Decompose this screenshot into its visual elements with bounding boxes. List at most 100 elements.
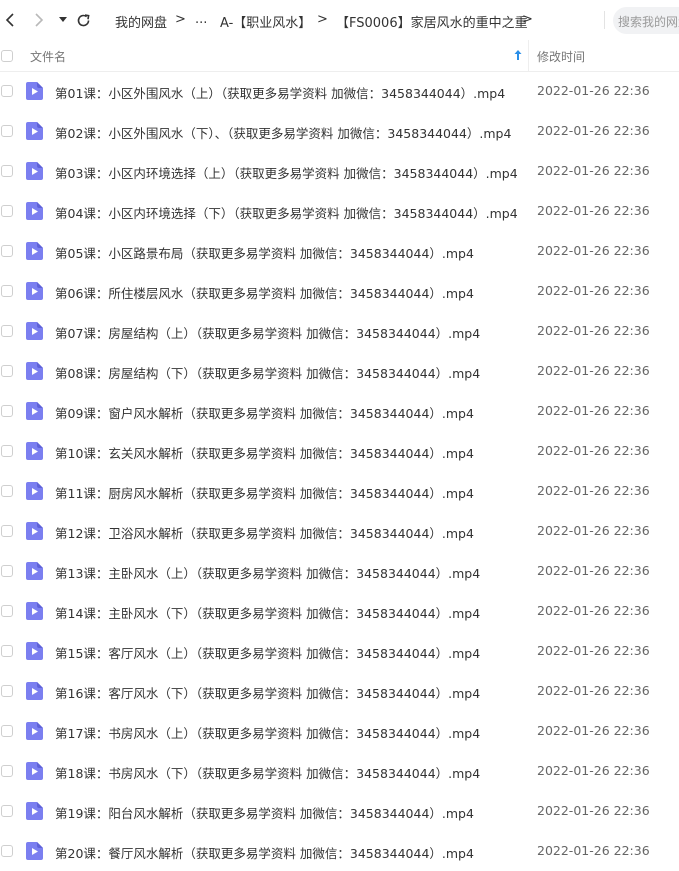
search-placeholder: 搜索我的网盘文件 [618,15,679,29]
table-row[interactable]: 第16课：客厅风水（下）（获取更多易学资料 加微信：3458344044）.mp… [0,671,679,711]
file-name[interactable]: 第08课：房屋结构（下）（获取更多易学资料 加微信：3458344044）.mp… [55,363,480,382]
table-row[interactable]: 第14课：主卧风水（下）（获取更多易学资料 加微信：3458344044）.mp… [0,591,679,631]
row-checkbox[interactable] [1,645,13,657]
file-modified-time: 2022-01-26 22:36 [537,643,650,658]
row-checkbox[interactable] [1,365,13,377]
breadcrumb-item-ellipsis[interactable]: ... [195,12,207,27]
breadcrumb-item-folder[interactable]: A-【职业风水】 [220,12,311,31]
file-modified-time: 2022-01-26 22:36 [537,283,650,298]
file-name[interactable]: 第13课：主卧风水（上）（获取更多易学资料 加微信：3458344044）.mp… [55,563,480,582]
video-file-icon [26,282,43,300]
table-row[interactable]: 第19课：阳台风水解析（获取更多易学资料 加微信：3458344044）.mp4… [0,791,679,831]
table-row[interactable]: 第04课：小区内环境选择（下）（获取更多易学资料 加微信：3458344044）… [0,191,679,231]
file-modified-time: 2022-01-26 22:36 [537,483,650,498]
file-name[interactable]: 第07课：房屋结构（上）（获取更多易学资料 加微信：3458344044）.mp… [55,323,480,342]
row-checkbox[interactable] [1,445,13,457]
file-name[interactable]: 第11课：厨房风水解析（获取更多易学资料 加微信：3458344044）.mp4 [55,483,474,502]
file-name[interactable]: 第17课：书房风水（上）（获取更多易学资料 加微信：3458344044）.mp… [55,723,480,742]
table-row[interactable]: 第05课：小区路景布局（获取更多易学资料 加微信：3458344044）.mp4… [0,231,679,271]
row-checkbox[interactable] [1,405,13,417]
row-checkbox[interactable] [1,85,13,97]
table-row[interactable]: 第15课：客厅风水（上）（获取更多易学资料 加微信：3458344044）.mp… [0,631,679,671]
video-file-icon [26,122,43,140]
file-modified-time: 2022-01-26 22:36 [537,403,650,418]
table-row[interactable]: 第08课：房屋结构（下）（获取更多易学资料 加微信：3458344044）.mp… [0,351,679,391]
row-checkbox[interactable] [1,685,13,697]
file-name[interactable]: 第14课：主卧风水（下）（获取更多易学资料 加微信：3458344044）.mp… [55,603,480,622]
column-divider[interactable] [528,40,529,71]
breadcrumb-separator: > [317,12,328,27]
row-checkbox[interactable] [1,725,13,737]
row-checkbox[interactable] [1,125,13,137]
row-checkbox[interactable] [1,285,13,297]
video-file-icon [26,162,43,180]
file-name[interactable]: 第02课：小区外围风水（下）、（获取更多易学资料 加微信：3458344044）… [55,123,511,142]
refresh-button[interactable] [73,10,93,30]
row-checkbox[interactable] [1,565,13,577]
row-checkbox[interactable] [1,325,13,337]
column-header-name[interactable]: 文件名 [30,48,66,65]
table-row[interactable]: 第10课：玄关风水解析（获取更多易学资料 加微信：3458344044）.mp4… [0,431,679,471]
row-checkbox[interactable] [1,845,13,857]
table-row[interactable]: 第02课：小区外围风水（下）、（获取更多易学资料 加微信：3458344044）… [0,111,679,151]
table-row[interactable]: 第11课：厨房风水解析（获取更多易学资料 加微信：3458344044）.mp4… [0,471,679,511]
file-name[interactable]: 第15课：客厅风水（上）（获取更多易学资料 加微信：3458344044）.mp… [55,643,480,662]
toolbar-divider [604,11,605,29]
file-name[interactable]: 第10课：玄关风水解析（获取更多易学资料 加微信：3458344044）.mp4 [55,443,474,462]
video-file-icon [26,722,43,740]
row-checkbox[interactable] [1,205,13,217]
select-all-checkbox[interactable] [1,50,13,62]
file-name[interactable]: 第09课：窗户风水解析（获取更多易学资料 加微信：3458344044）.mp4 [55,403,474,422]
table-row[interactable]: 第20课：餐厅风水解析（获取更多易学资料 加微信：3458344044）.mp4… [0,831,679,871]
table-row[interactable]: 第17课：书房风水（上）（获取更多易学资料 加微信：3458344044）.mp… [0,711,679,751]
toolbar: 我的网盘 > ... A-【职业风水】 > 【FS0006】家居风水的重中之重 … [0,0,679,40]
video-file-icon [26,602,43,620]
table-row[interactable]: 第13课：主卧风水（上）（获取更多易学资料 加微信：3458344044）.mp… [0,551,679,591]
row-checkbox[interactable] [1,165,13,177]
row-checkbox[interactable] [1,765,13,777]
row-checkbox[interactable] [1,525,13,537]
file-list-header: 文件名 修改时间 [0,40,679,72]
video-file-icon [26,562,43,580]
row-checkbox[interactable] [1,485,13,497]
file-name[interactable]: 第20课：餐厅风水解析（获取更多易学资料 加微信：3458344044）.mp4 [55,843,474,862]
table-row[interactable]: 第12课：卫浴风水解析（获取更多易学资料 加微信：3458344044）.mp4… [0,511,679,551]
forward-button[interactable] [29,10,49,30]
file-name[interactable]: 第18课：书房风水（下）（获取更多易学资料 加微信：3458344044）.mp… [55,763,480,782]
row-checkbox[interactable] [1,245,13,257]
video-file-icon [26,522,43,540]
file-name[interactable]: 第03课：小区内环境选择（上）（获取更多易学资料 加微信：3458344044）… [55,163,518,182]
row-checkbox[interactable] [1,805,13,817]
video-file-icon [26,322,43,340]
file-name[interactable]: 第16课：客厅风水（下）（获取更多易学资料 加微信：3458344044）.mp… [55,683,480,702]
video-file-icon [26,402,43,420]
table-row[interactable]: 第03课：小区内环境选择（上）（获取更多易学资料 加微信：3458344044）… [0,151,679,191]
file-modified-time: 2022-01-26 22:36 [537,763,650,778]
search-input[interactable]: 搜索我的网盘文件 [613,7,679,34]
video-file-icon [26,682,43,700]
file-name[interactable]: 第06课：所住楼层风水（获取更多易学资料 加微信：3458344044）.mp4 [55,283,474,302]
file-name[interactable]: 第04课：小区内环境选择（下）（获取更多易学资料 加微信：3458344044）… [55,203,518,222]
file-name[interactable]: 第19课：阳台风水解析（获取更多易学资料 加微信：3458344044）.mp4 [55,803,474,822]
file-modified-time: 2022-01-26 22:36 [537,803,650,818]
column-header-modified[interactable]: 修改时间 [537,48,585,65]
file-name[interactable]: 第01课：小区外围风水（上）（获取更多易学资料 加微信：3458344044）.… [55,83,505,102]
breadcrumb-item-current[interactable]: 【FS0006】家居风水的重中之重 [336,12,528,31]
row-checkbox[interactable] [1,605,13,617]
breadcrumb-item-root[interactable]: 我的网盘 [115,12,167,31]
video-file-icon [26,482,43,500]
file-modified-time: 2022-01-26 22:36 [537,523,650,538]
file-name[interactable]: 第05课：小区路景布局（获取更多易学资料 加微信：3458344044）.mp4 [55,243,474,262]
video-file-icon [26,242,43,260]
file-name[interactable]: 第12课：卫浴风水解析（获取更多易学资料 加微信：3458344044）.mp4 [55,523,474,542]
history-dropdown-button[interactable] [53,10,73,30]
table-row[interactable]: 第01课：小区外围风水（上）（获取更多易学资料 加微信：3458344044）.… [0,71,679,111]
table-row[interactable]: 第07课：房屋结构（上）（获取更多易学资料 加微信：3458344044）.mp… [0,311,679,351]
caret-down-icon [59,17,67,22]
table-row[interactable]: 第09课：窗户风水解析（获取更多易学资料 加微信：3458344044）.mp4… [0,391,679,431]
sort-ascending-icon[interactable] [513,49,523,61]
table-row[interactable]: 第06课：所住楼层风水（获取更多易学资料 加微信：3458344044）.mp4… [0,271,679,311]
back-button[interactable] [0,10,20,30]
file-modified-time: 2022-01-26 22:36 [537,163,650,178]
table-row[interactable]: 第18课：书房风水（下）（获取更多易学资料 加微信：3458344044）.mp… [0,751,679,791]
